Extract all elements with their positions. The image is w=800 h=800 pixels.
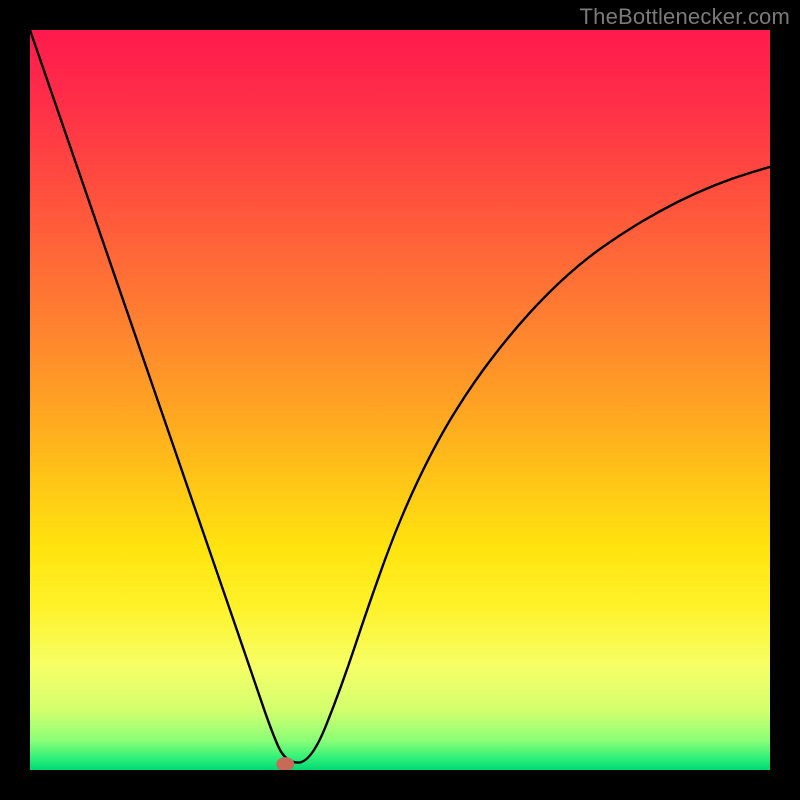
chart-svg [30,30,770,770]
plot-area [30,30,770,770]
watermark-text: TheBottlenecker.com [580,4,790,30]
chart-stage: TheBottlenecker.com [0,0,800,800]
gradient-background [30,30,770,770]
